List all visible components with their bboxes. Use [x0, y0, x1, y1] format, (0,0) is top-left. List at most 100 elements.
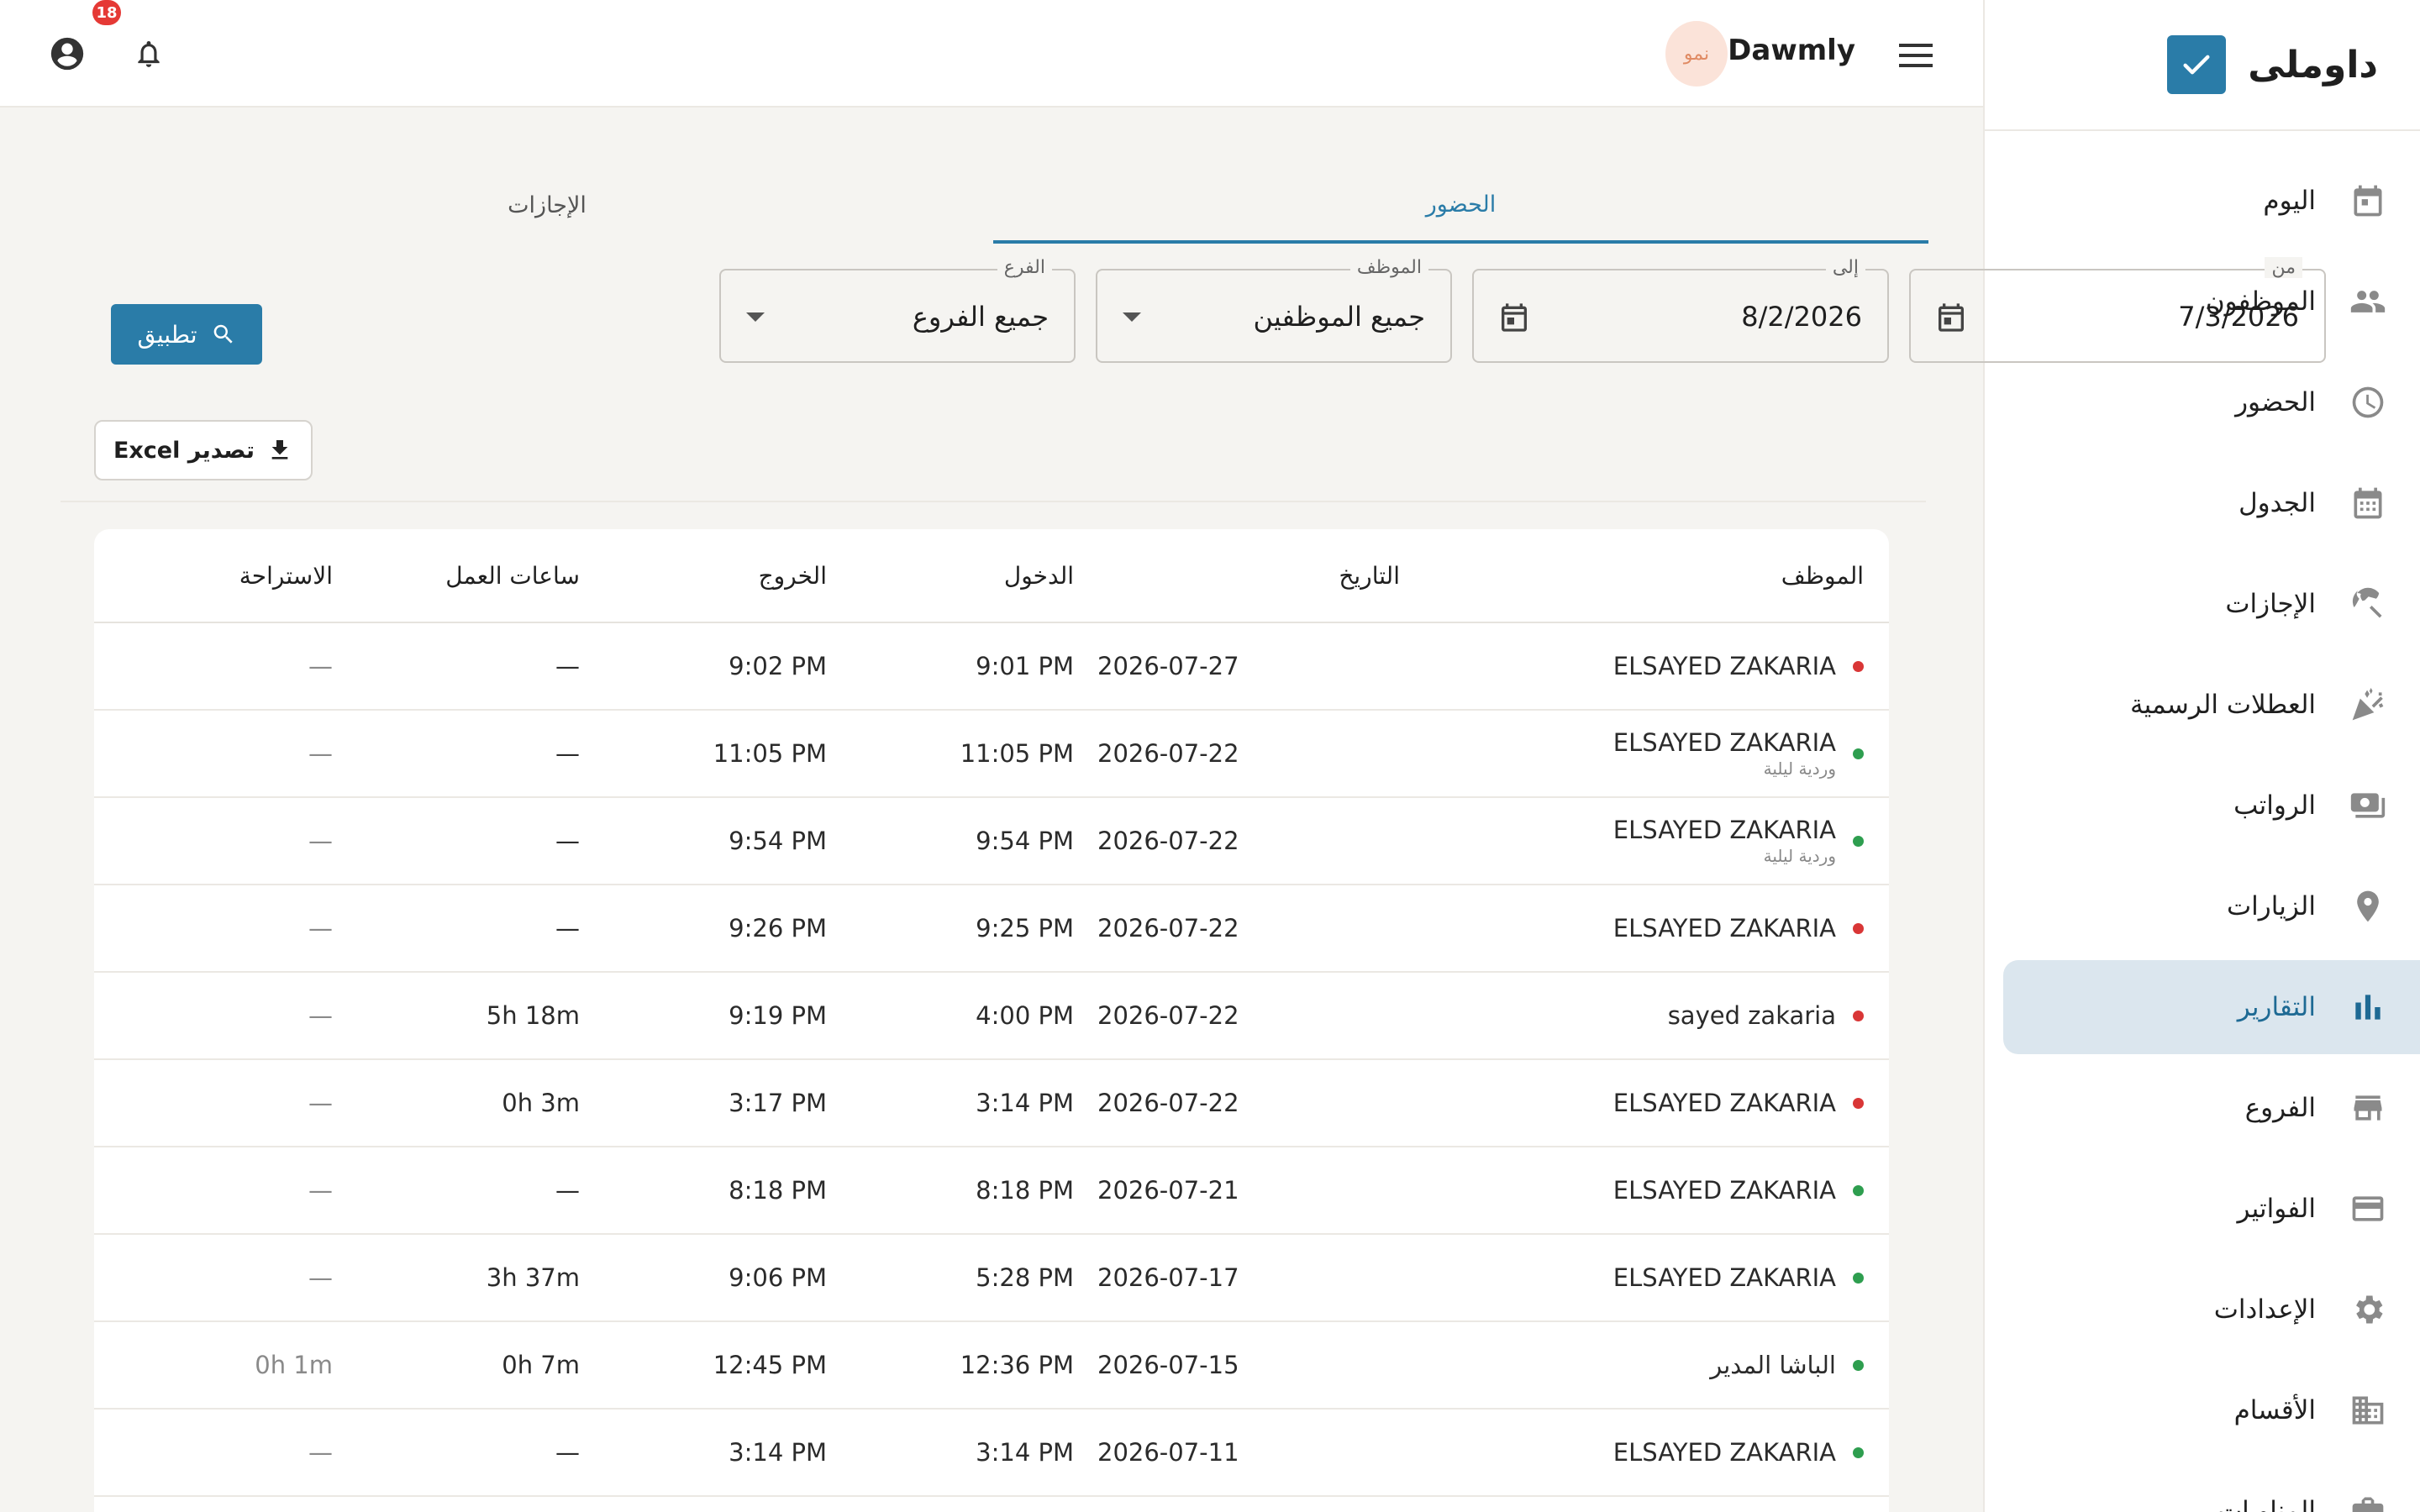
- sidebar-item[interactable]: التقارير: [2003, 960, 2420, 1054]
- employee-name: ELSAYED ZAKARIA: [1612, 914, 1836, 942]
- calendar-grid-icon: [2348, 483, 2388, 523]
- location-pin-icon: [2348, 886, 2388, 927]
- tab-attendance[interactable]: الحضور: [993, 168, 1928, 244]
- table-row[interactable]: ELSAYED ZAKARIA 2026-07-17 5:28 PM 9:06 PM 3…: [94, 1235, 1889, 1322]
- sidebar-item[interactable]: الزيارات: [2003, 859, 2420, 953]
- sidebar-item[interactable]: الإجازات: [2003, 557, 2420, 651]
- work-hours-cell: —: [555, 739, 580, 768]
- column-header-date[interactable]: التاريخ: [1097, 529, 1400, 622]
- employee-name: ELSAYED ZAKARIA: [1612, 652, 1836, 680]
- table-header: الموظف التاريخ الدخول الخروج ساعات العمل…: [94, 529, 1889, 623]
- table-row[interactable]: ELSAYED ZAKARIA وردية ليلية 2026-07-22 9:54…: [94, 798, 1889, 885]
- check-out-cell: 8:18 PM: [729, 1176, 827, 1205]
- work-hours-cell: 0h 7m: [502, 1351, 580, 1379]
- sidebar-item-label: التقارير: [2237, 992, 2316, 1022]
- column-header-check-out[interactable]: الخروج: [608, 529, 827, 622]
- column-header-work-hours[interactable]: ساعات العمل: [361, 529, 580, 622]
- date-cell: 2026-07-27: [1097, 652, 1239, 680]
- app-logo[interactable]: [2167, 35, 2227, 94]
- column-header-check-in[interactable]: الدخول: [855, 529, 1074, 622]
- employee-cell: ELSAYED ZAKARIA: [1427, 1235, 1864, 1320]
- status-dot: [1853, 1446, 1864, 1458]
- work-hours-cell: —: [555, 827, 580, 855]
- check-out-cell: 12:45 PM: [713, 1351, 827, 1379]
- status-dot: [1853, 835, 1864, 847]
- tab-leaves[interactable]: الإجازات: [101, 168, 993, 242]
- sidebar-item[interactable]: الرواتب: [2003, 759, 2420, 853]
- sidebar-item[interactable]: المناوبات: [2003, 1464, 2420, 1512]
- shift-label: وردية ليلية: [1763, 759, 1836, 779]
- sidebar-item[interactable]: العطلات الرسمية: [2003, 658, 2420, 752]
- employee-name: ELSAYED ZAKARIA: [1612, 1089, 1836, 1117]
- table-row[interactable]: sayed zakaria 2026-07-22 4:00 PM 9:19 PM 5h …: [94, 973, 1889, 1060]
- table-row[interactable]: ELSAYED ZAKARIA 2026-07-27 9:01 PM 9:02 PM —…: [94, 623, 1889, 711]
- date-cell: 2026-07-15: [1097, 1351, 1239, 1379]
- account-button[interactable]: [47, 34, 87, 74]
- sidebar-item-label: العطلات الرسمية: [2129, 690, 2316, 720]
- company-avatar[interactable]: نمو: [1665, 21, 1728, 87]
- menu-button[interactable]: [1892, 34, 1939, 77]
- sidebar-item[interactable]: الأقسام: [2003, 1363, 2420, 1457]
- sidebar-item[interactable]: الحضور: [2003, 355, 2420, 449]
- check-in-cell: 9:25 PM: [976, 914, 1074, 942]
- beach-umbrella-icon: [2348, 584, 2388, 624]
- sidebar-item[interactable]: الفواتير: [2003, 1162, 2420, 1256]
- work-hours-cell: 5h 18m: [486, 1001, 580, 1030]
- employee-select[interactable]: الموظف جميع الموظفين: [1096, 257, 1452, 363]
- export-excel-button[interactable]: تصدير Excel: [94, 420, 313, 480]
- from-date-field[interactable]: من 7/3/2026: [1909, 257, 2326, 363]
- date-cell: 2026-07-11: [1097, 1438, 1239, 1467]
- chevron-down-icon: [746, 312, 765, 322]
- company-name: Dawmly: [1728, 34, 1855, 67]
- check-out-cell: 11:05 PM: [713, 739, 827, 768]
- check-out-cell: 3:17 PM: [729, 1089, 827, 1117]
- sidebar-item-label: الفواتير: [2237, 1194, 2316, 1224]
- sidebar-item[interactable]: اليوم: [2003, 154, 2420, 248]
- employee-name: ELSAYED ZAKARIA: [1612, 816, 1836, 844]
- break-cell: —: [308, 1176, 333, 1205]
- check-in-cell: 12:36 PM: [960, 1351, 1074, 1379]
- work-hours-cell: 3h 37m: [486, 1263, 580, 1292]
- status-dot: [1853, 1359, 1864, 1371]
- sidebar-item[interactable]: الإعدادات: [2003, 1263, 2420, 1357]
- brand-name: داوملى: [2248, 43, 2378, 87]
- table-row[interactable]: ELSAYED ZAKARIA 2026-07-21 8:18 PM 8:18 PM —…: [94, 1147, 1889, 1235]
- table-row[interactable]: الباشا المدير 2026-07-15 12:36 PM 12:45 PM 0…: [94, 1322, 1889, 1410]
- check-out-cell: 9:26 PM: [729, 914, 827, 942]
- calendar-icon[interactable]: [1933, 299, 1970, 336]
- column-header-employee[interactable]: الموظف: [1427, 529, 1864, 622]
- employee-name: ELSAYED ZAKARIA: [1612, 1263, 1836, 1292]
- sidebar-item-label: اليوم: [2263, 186, 2316, 216]
- sidebar-item[interactable]: الفروع: [2003, 1061, 2420, 1155]
- account-circle-icon: [50, 37, 84, 71]
- calendar-icon[interactable]: [1496, 299, 1533, 336]
- break-cell: —: [308, 1001, 333, 1030]
- break-cell: —: [308, 914, 333, 942]
- branch-select[interactable]: الفرع جميع الفروع: [719, 257, 1076, 363]
- employee-cell: ELSAYED ZAKARIA وردية ليلية: [1427, 798, 1864, 884]
- bar-chart-icon: [2348, 987, 2388, 1027]
- break-cell: 0h 1m: [255, 1351, 333, 1379]
- table-row[interactable]: ELSAYED ZAKARIA 2026-07-11 3:14 PM 3:14 PM —…: [94, 1410, 1889, 1497]
- apply-button[interactable]: تطبيق: [111, 304, 262, 365]
- notifications-button[interactable]: [129, 34, 168, 74]
- sidebar-item[interactable]: الجدول: [2003, 456, 2420, 550]
- check-in-cell: 9:54 PM: [976, 827, 1074, 855]
- table-row[interactable]: ELSAYED ZAKARIA 2026-07-22 3:14 PM 3:17 PM 0…: [94, 1060, 1889, 1147]
- work-hours-cell: —: [555, 652, 580, 680]
- column-header-break[interactable]: الاستراحة: [131, 529, 333, 622]
- to-date-field[interactable]: إلى 8/2/2026: [1472, 257, 1889, 363]
- employee-cell: ELSAYED ZAKARIA وردية ليلية: [1427, 711, 1864, 796]
- bell-icon: [138, 40, 160, 67]
- check-out-cell: 3:14 PM: [729, 1438, 827, 1467]
- table-body: ELSAYED ZAKARIA 2026-07-27 9:01 PM 9:02 PM —…: [94, 623, 1889, 1497]
- table-row[interactable]: ELSAYED ZAKARIA وردية ليلية 2026-07-22 11:0…: [94, 711, 1889, 798]
- employee-cell: ELSAYED ZAKARIA: [1427, 1147, 1864, 1233]
- employee-cell: ELSAYED ZAKARIA: [1427, 885, 1864, 971]
- employee-name: sayed zakaria: [1667, 1001, 1836, 1030]
- break-cell: —: [308, 739, 333, 768]
- building-icon: [2348, 1390, 2388, 1431]
- status-dot: [1853, 922, 1864, 934]
- table-row[interactable]: ELSAYED ZAKARIA 2026-07-22 9:25 PM 9:26 PM —…: [94, 885, 1889, 973]
- work-hours-cell: —: [555, 914, 580, 942]
